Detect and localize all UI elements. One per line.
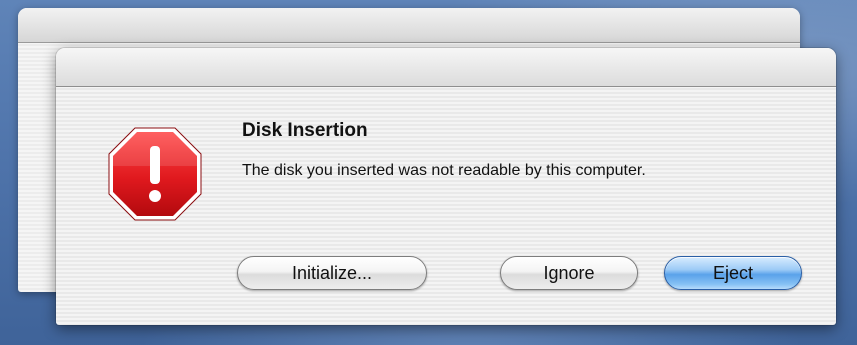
ignore-button[interactable]: Ignore bbox=[500, 256, 638, 290]
alert-title: Disk Insertion bbox=[242, 120, 368, 141]
eject-button[interactable]: Eject bbox=[664, 256, 802, 290]
initialize-button[interactable]: Initialize... bbox=[237, 256, 427, 290]
alert-titlebar[interactable] bbox=[56, 48, 836, 87]
background-window-titlebar[interactable] bbox=[18, 8, 800, 43]
alert-message: The disk you inserted was not readable b… bbox=[242, 162, 646, 179]
disk-insertion-alert: Disk Insertion The disk you inserted was… bbox=[56, 48, 836, 325]
stop-alert-icon bbox=[108, 127, 202, 221]
